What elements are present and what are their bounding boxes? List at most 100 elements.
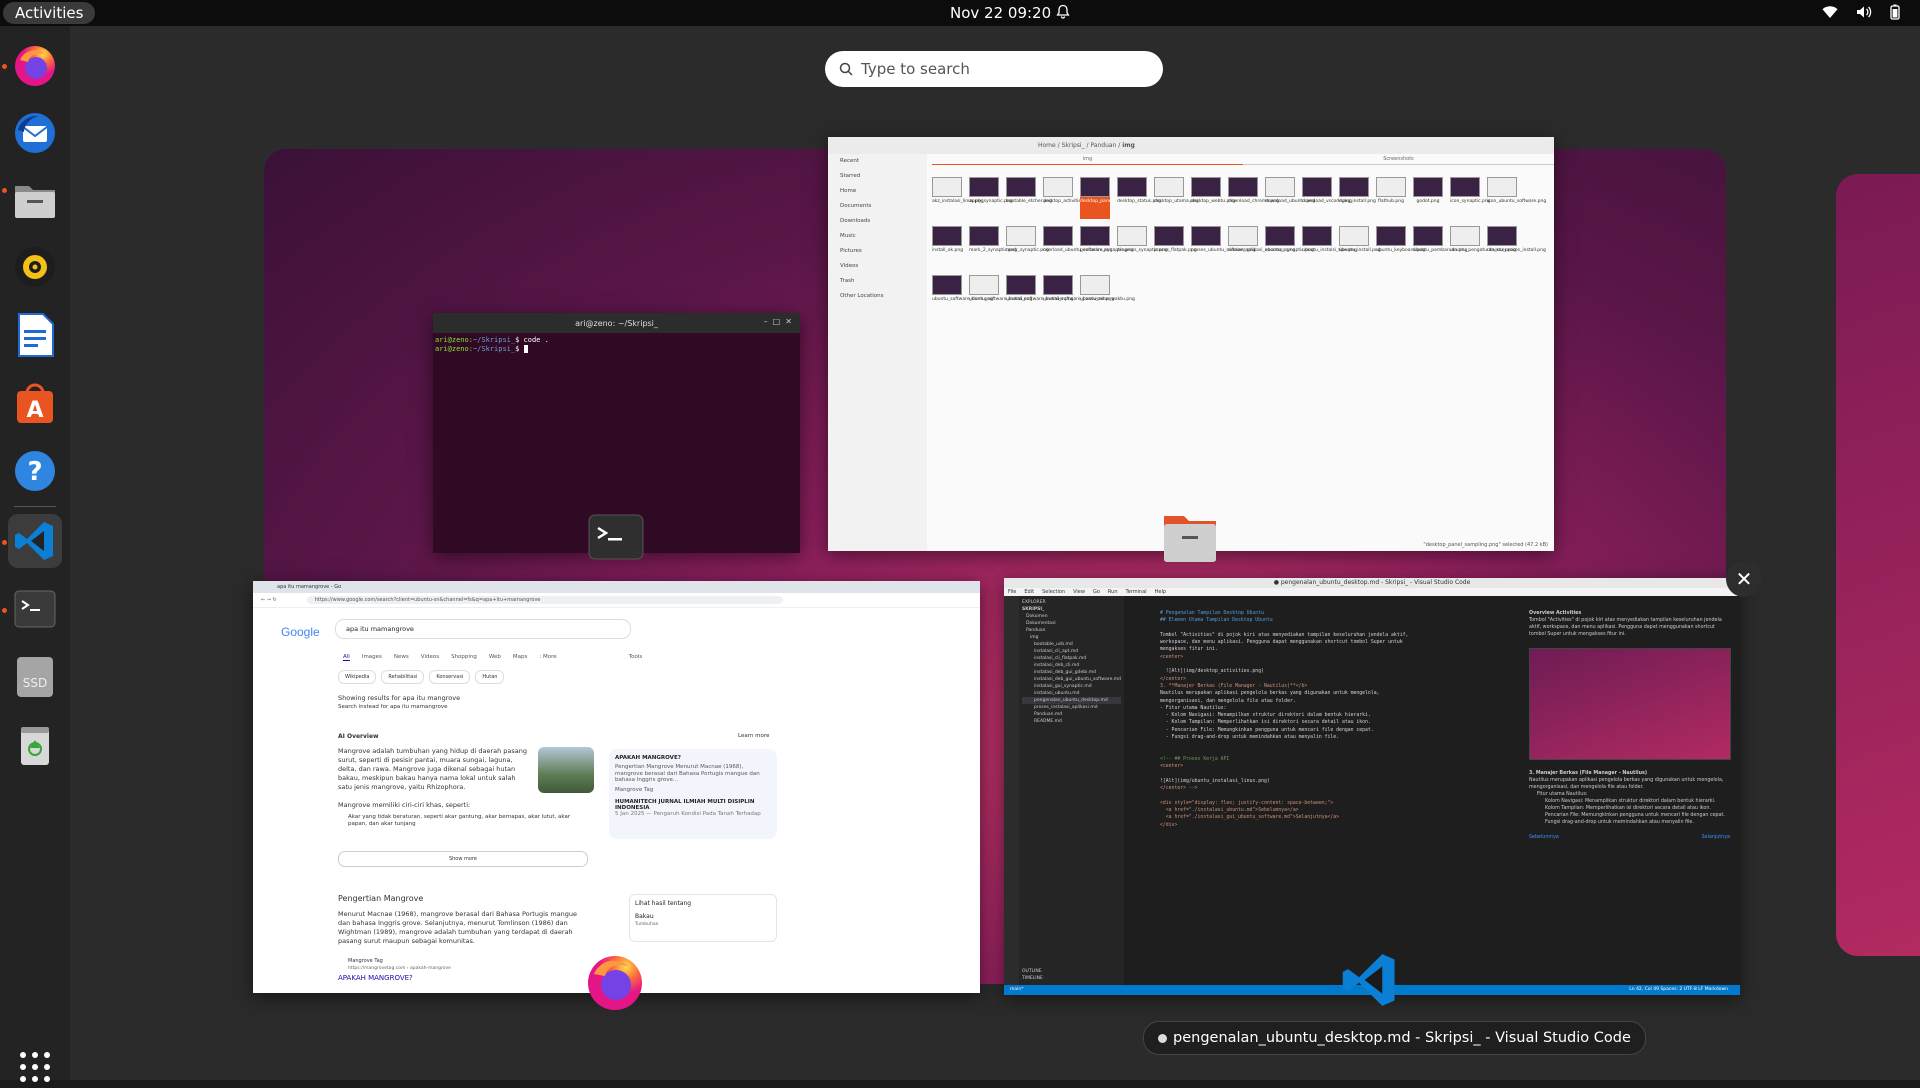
chip-hutan[interactable]: Hutan	[475, 670, 505, 684]
chip-konservasi[interactable]: Konservasi	[429, 670, 471, 684]
dock-writer[interactable]	[8, 308, 62, 362]
notification-bell-icon[interactable]	[1055, 4, 1071, 20]
file-item[interactable]: ubuntu_keyboard.png	[1376, 226, 1425, 268]
tree-item[interactable]: bootable_usb.md	[1022, 641, 1121, 648]
sidebar-item-starred[interactable]: Starred	[828, 169, 927, 184]
dock-thunderbird[interactable]	[8, 106, 62, 160]
vscode-titlebar[interactable]: ● pengenalan_ubuntu_desktop.md - Skripsi…	[1004, 578, 1740, 588]
dock-terminal[interactable]	[8, 582, 62, 636]
tree-item[interactable]: instalasi_ubuntu.md	[1022, 690, 1121, 697]
file-item[interactable]: desktop_utama.png	[1154, 177, 1199, 219]
menu-edit[interactable]: Edit	[1024, 588, 1034, 596]
file-item[interactable]: ubuntu_software_done.png	[932, 275, 993, 317]
tree-item[interactable]: instalasi_cli_flatpak.md	[1022, 655, 1121, 662]
tree-item[interactable]: Panduan.md	[1022, 711, 1121, 718]
menu-run[interactable]: Run	[1108, 588, 1118, 596]
preview-next-link[interactable]: Selanjutnya	[1702, 834, 1730, 841]
file-item[interactable]: proses_flatpak.png	[1154, 226, 1197, 268]
sidebar-item-videos[interactable]: Videos	[828, 259, 927, 274]
dock-ssd[interactable]: SSD	[8, 650, 62, 704]
tab-all[interactable]: All	[343, 654, 350, 661]
menu-file[interactable]: File	[1008, 588, 1016, 596]
file-item[interactable]: ubuntu_zona_waktu.png	[1080, 275, 1135, 317]
file-item[interactable]: ubuntu_install.png	[1339, 226, 1381, 268]
tab-shopping[interactable]: Shopping	[451, 654, 477, 661]
search-instead-link[interactable]: Search instead for apa itu mamangrove	[338, 703, 638, 712]
preview-prev-link[interactable]: Sebelumnya	[1529, 834, 1559, 841]
result-title-link[interactable]: APAKAH MANGROVE?	[338, 974, 413, 983]
menu-go[interactable]: Go	[1093, 588, 1100, 596]
ai-source-card[interactable]: APAKAH MANGROVE? Pengertian Mangrove Men…	[609, 749, 777, 839]
file-item[interactable]: ubuntu_software_password.png	[1043, 275, 1114, 317]
sidebar-item-recent[interactable]: Recent	[828, 154, 927, 169]
tree-item[interactable]: Panduan	[1022, 627, 1121, 634]
file-item[interactable]: overload_ubuntu_software.png	[1043, 226, 1113, 268]
tab-web[interactable]: Web	[489, 654, 501, 661]
next-workspace-thumbnail[interactable]	[1836, 174, 1920, 956]
mangrove-image[interactable]	[538, 747, 594, 793]
file-item[interactable]: icon_ubuntu_software.png	[1487, 177, 1546, 219]
nav-buttons[interactable]: ← → ↻	[261, 597, 277, 603]
tab-images[interactable]: Images	[362, 654, 382, 661]
file-item[interactable]: flathub.png	[1376, 177, 1406, 219]
file-item[interactable]: godot.png	[1413, 177, 1443, 219]
sidebar-item-music[interactable]: Music	[828, 229, 927, 244]
activity-bar[interactable]	[1004, 596, 1019, 985]
window-controls[interactable]: – □ ✕	[764, 317, 792, 326]
tree-item[interactable]: Dokumen	[1022, 613, 1121, 620]
git-branch[interactable]: main*	[1010, 987, 1024, 992]
timeline-section[interactable]: TIMELINE	[1022, 975, 1043, 982]
search-field[interactable]: Type to search	[825, 51, 1163, 87]
sidebar-item-documents[interactable]: Documents	[828, 199, 927, 214]
vscode-window[interactable]: ● pengenalan_ubuntu_desktop.md - Skripsi…	[1004, 578, 1740, 995]
tab-videos[interactable]: Videos	[421, 654, 439, 661]
menu-selection[interactable]: Selection	[1042, 588, 1065, 596]
url-bar[interactable]: https://www.google.com/search?client=ubu…	[306, 596, 783, 604]
dock-files[interactable]	[8, 173, 62, 227]
show-more-button[interactable]: Show more	[338, 851, 588, 867]
tree-item[interactable]: instalasi_deb_cli.md	[1022, 662, 1121, 669]
file-item[interactable]: ubuntu_proses_install.png	[1487, 226, 1546, 268]
terminal-titlebar[interactable]: ari@zeno: ~/Skripsi_ – □ ✕	[433, 313, 800, 333]
dock-trash[interactable]	[8, 718, 62, 772]
files-headerbar[interactable]: Home / Skripsi_ / Panduan / img	[828, 137, 1554, 154]
tree-item[interactable]: img	[1022, 634, 1121, 641]
tree-item[interactable]: Dokumentasi	[1022, 620, 1121, 627]
related-item[interactable]: Bakau Tumbuhan	[635, 913, 771, 927]
file-item[interactable]: desktop_activities.png	[1043, 177, 1093, 219]
sidebar-item-other-locations[interactable]: Other Locations	[828, 289, 927, 304]
file-item[interactable]: ubuntu_pengaturan_user.png	[1450, 226, 1516, 268]
files-window[interactable]: Home / Skripsi_ / Panduan / img Recent S…	[828, 137, 1554, 551]
file-item[interactable]: proses_ubuntu_software.png	[1191, 226, 1256, 268]
file-item[interactable]: ubuntu_software_install.png	[969, 275, 1032, 317]
file-item[interactable]: ubuntu_instalsi_tipe.png	[1302, 226, 1357, 268]
tree-item[interactable]: instalasi_deb_gui_ubuntu_software.md	[1022, 676, 1121, 683]
tab-news[interactable]: News	[394, 654, 409, 661]
tree-item[interactable]: instalasi_cli_apt.md	[1022, 648, 1121, 655]
file-item[interactable]: ubuntu_pembaruan.png	[1413, 226, 1467, 268]
clock[interactable]: Nov 22 09:20	[950, 3, 1051, 23]
tree-item[interactable]: proses_instalasi_aplikasi.md	[1022, 704, 1121, 711]
tree-item[interactable]: README.md	[1022, 718, 1121, 725]
file-item[interactable]: download_chrome.png	[1228, 177, 1279, 219]
close-window-button[interactable]: ✕	[1726, 561, 1762, 597]
file-item[interactable]: pencarian_synaptic.png	[1080, 226, 1134, 268]
chip-wikipedia[interactable]: Wikipedia	[338, 670, 377, 684]
file-item[interactable]: mark_2_synaptic.png	[969, 226, 1017, 268]
project-name[interactable]: SKRIPSI_	[1022, 606, 1121, 613]
show-applications-button[interactable]	[18, 1050, 52, 1088]
firefox-window[interactable]: apa itu mamangrove - Go ← → ↻ https://ww…	[253, 581, 980, 993]
file-item[interactable]: rincian_aplikasi_ubuntu_s.png	[1228, 226, 1295, 268]
code-editor[interactable]: # Pengenalan Tampilan Desktop Ubuntu ## E…	[1124, 596, 1509, 985]
dock-vscode[interactable]	[8, 514, 62, 568]
tab-tools[interactable]: Tools	[629, 654, 643, 661]
menu-terminal[interactable]: Terminal	[1126, 588, 1147, 596]
file-item[interactable]: bootable_etcher.png	[1006, 177, 1052, 219]
file-item[interactable]: dpkg_install.png	[1339, 177, 1376, 219]
status-info[interactable]: Ln 42, Col 49 Spaces: 2 UTF-8 LF Markdow…	[1629, 985, 1728, 995]
file-item[interactable]: download_ubuntu.png	[1265, 177, 1315, 219]
browser-tab[interactable]: apa itu mamangrove - Go	[253, 581, 980, 593]
file-item[interactable]: success_synaptic.png	[1265, 226, 1314, 268]
menu-view[interactable]: View	[1073, 588, 1085, 596]
file-item[interactable]: mark_synaptic.png	[1006, 226, 1049, 268]
